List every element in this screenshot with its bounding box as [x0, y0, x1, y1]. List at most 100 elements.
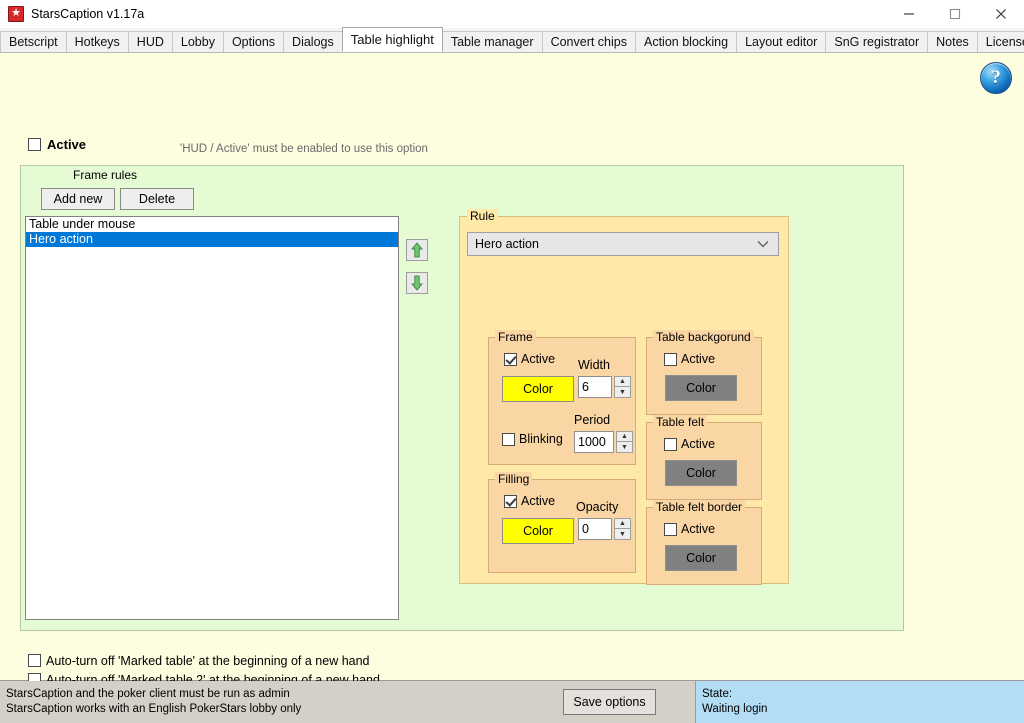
- tab-table-highlight[interactable]: Table highlight: [341, 27, 443, 52]
- list-item[interactable]: Table under mouse: [26, 217, 398, 232]
- frame-period-label: Period: [574, 413, 611, 427]
- table-felt-active-checkbox[interactable]: [664, 437, 677, 451]
- filling-opacity-value[interactable]: 0: [578, 518, 612, 540]
- table-background-active-checkbox[interactable]: [664, 352, 677, 366]
- minimize-icon[interactable]: [886, 0, 932, 28]
- status-message-line-1: StarsCaption and the poker client must b…: [6, 688, 290, 700]
- frame-period-stepper[interactable]: ▲ ▼: [616, 431, 633, 453]
- auto-turn-off-marked-table-row[interactable]: Auto-turn off 'Marked table' at the begi…: [28, 651, 380, 670]
- tab-sng-registrator[interactable]: SnG registrator: [825, 31, 929, 52]
- tab-license[interactable]: License: [976, 31, 1024, 52]
- spinner-up-icon[interactable]: ▲: [616, 431, 633, 442]
- move-up-button[interactable]: [406, 239, 428, 261]
- status-messages: StarsCaption and the poker client must b…: [0, 681, 695, 723]
- filling-opacity-label: Opacity: [576, 500, 619, 514]
- tab-hotkeys[interactable]: Hotkeys: [65, 31, 129, 52]
- arrow-up-icon: [411, 242, 423, 258]
- frame-rules-listbox[interactable]: Table under mouse Hero action: [25, 216, 399, 620]
- table-felt-border-active-row[interactable]: Active: [664, 522, 715, 536]
- auto-turn-off-marked-table-label: Auto-turn off 'Marked table' at the begi…: [46, 653, 370, 668]
- spinner-down-icon[interactable]: ▼: [614, 387, 631, 398]
- app-star-icon: [8, 4, 24, 22]
- spinner-down-icon[interactable]: ▼: [616, 442, 633, 453]
- rule-group: Rule Hero action Frame Active Color Widt…: [459, 209, 789, 585]
- table-felt-border-color-button[interactable]: Color: [665, 545, 737, 571]
- frame-active-label: Active: [521, 352, 556, 366]
- save-options-button[interactable]: Save options: [563, 689, 656, 715]
- tab-options[interactable]: Options: [222, 31, 285, 52]
- filling-subgroup-label: Filling: [495, 472, 533, 486]
- active-checkbox-row[interactable]: Active: [28, 137, 86, 152]
- tab-layout-editor[interactable]: Layout editor: [736, 31, 827, 52]
- frame-width-stepper[interactable]: ▲ ▼: [614, 376, 631, 398]
- table-background-active-row[interactable]: Active: [664, 352, 715, 366]
- tab-convert-chips[interactable]: Convert chips: [541, 31, 636, 52]
- rule-select[interactable]: Hero action: [467, 232, 779, 256]
- frame-width-spinner[interactable]: 6 ▲ ▼: [578, 376, 631, 398]
- table-background-active-label: Active: [681, 352, 716, 366]
- frame-subgroup: Frame Active Color Width 6 ▲ ▼ Blinking …: [488, 330, 636, 465]
- active-checkbox[interactable]: [28, 138, 41, 151]
- filling-opacity-stepper[interactable]: ▲ ▼: [614, 518, 631, 540]
- filling-active-checkbox[interactable]: [504, 494, 517, 508]
- table-felt-active-label: Active: [681, 437, 716, 451]
- table-felt-subgroup: Table felt Active Color: [646, 415, 762, 500]
- tab-content-table-highlight: ? Active 'HUD / Active' must be enabled …: [0, 53, 1024, 706]
- add-new-button[interactable]: Add new: [41, 188, 115, 210]
- table-felt-border-active-label: Active: [681, 522, 716, 536]
- frame-blinking-checkbox[interactable]: [502, 432, 515, 446]
- delete-button[interactable]: Delete: [120, 188, 194, 210]
- frame-rules-group-label: Frame rules: [73, 168, 138, 182]
- tab-notes[interactable]: Notes: [927, 31, 978, 52]
- frame-color-button[interactable]: Color: [502, 376, 574, 402]
- application-window: StarsCaption v1.17a Betscript Hotkeys HU…: [0, 0, 1024, 723]
- spinner-up-icon[interactable]: ▲: [614, 518, 631, 529]
- filling-active-label: Active: [521, 494, 556, 508]
- state-label: State:: [702, 688, 733, 700]
- frame-blinking-row[interactable]: Blinking: [502, 432, 563, 446]
- move-down-button[interactable]: [406, 272, 428, 294]
- filling-color-button[interactable]: Color: [502, 518, 574, 544]
- close-icon[interactable]: [978, 0, 1024, 28]
- auto-turn-off-marked-table-checkbox[interactable]: [28, 654, 41, 667]
- window-title: StarsCaption v1.17a: [31, 6, 145, 21]
- filling-subgroup: Filling Active Color Opacity 0 ▲ ▼: [488, 472, 636, 573]
- tab-dialogs[interactable]: Dialogs: [283, 31, 343, 52]
- status-bar: StarsCaption and the poker client must b…: [0, 680, 1024, 723]
- frame-blinking-label: Blinking: [519, 432, 563, 446]
- state-panel: State: Waiting login: [695, 681, 1024, 723]
- filling-active-row[interactable]: Active: [504, 494, 555, 508]
- tab-bar: Betscript Hotkeys HUD Lobby Options Dial…: [0, 27, 1024, 53]
- hud-active-hint: 'HUD / Active' must be enabled to use th…: [180, 143, 428, 155]
- table-felt-border-active-checkbox[interactable]: [664, 522, 677, 536]
- status-message-line-2: StarsCaption works with an English Poker…: [6, 703, 302, 715]
- window-controls: [886, 0, 1024, 28]
- frame-period-spinner[interactable]: 1000 ▲ ▼: [574, 431, 633, 453]
- help-icon[interactable]: ?: [980, 62, 1012, 94]
- tab-betscript[interactable]: Betscript: [0, 31, 67, 52]
- state-value: Waiting login: [702, 703, 768, 715]
- table-felt-border-subgroup: Table felt border Active Color: [646, 500, 762, 585]
- arrow-down-icon: [411, 275, 423, 291]
- active-checkbox-label: Active: [47, 137, 87, 152]
- filling-opacity-spinner[interactable]: 0 ▲ ▼: [578, 518, 631, 540]
- spinner-up-icon[interactable]: ▲: [614, 376, 631, 387]
- maximize-icon[interactable]: [932, 0, 978, 28]
- table-felt-color-button[interactable]: Color: [665, 460, 737, 486]
- table-background-subgroup: Table backgorund Active Color: [646, 330, 762, 415]
- frame-active-checkbox[interactable]: [504, 352, 517, 366]
- table-background-color-button[interactable]: Color: [665, 375, 737, 401]
- table-felt-label: Table felt: [653, 415, 708, 429]
- list-item[interactable]: Hero action: [26, 232, 398, 247]
- chevron-down-icon: [757, 233, 769, 255]
- rule-select-value: Hero action: [475, 237, 539, 251]
- spinner-down-icon[interactable]: ▼: [614, 529, 631, 540]
- table-felt-active-row[interactable]: Active: [664, 437, 715, 451]
- frame-period-value[interactable]: 1000: [574, 431, 614, 453]
- tab-action-blocking[interactable]: Action blocking: [635, 31, 738, 52]
- tab-hud[interactable]: HUD: [127, 31, 173, 52]
- frame-active-row[interactable]: Active: [504, 352, 555, 366]
- frame-width-value[interactable]: 6: [578, 376, 612, 398]
- tab-table-manager[interactable]: Table manager: [441, 31, 543, 52]
- tab-lobby[interactable]: Lobby: [171, 31, 224, 52]
